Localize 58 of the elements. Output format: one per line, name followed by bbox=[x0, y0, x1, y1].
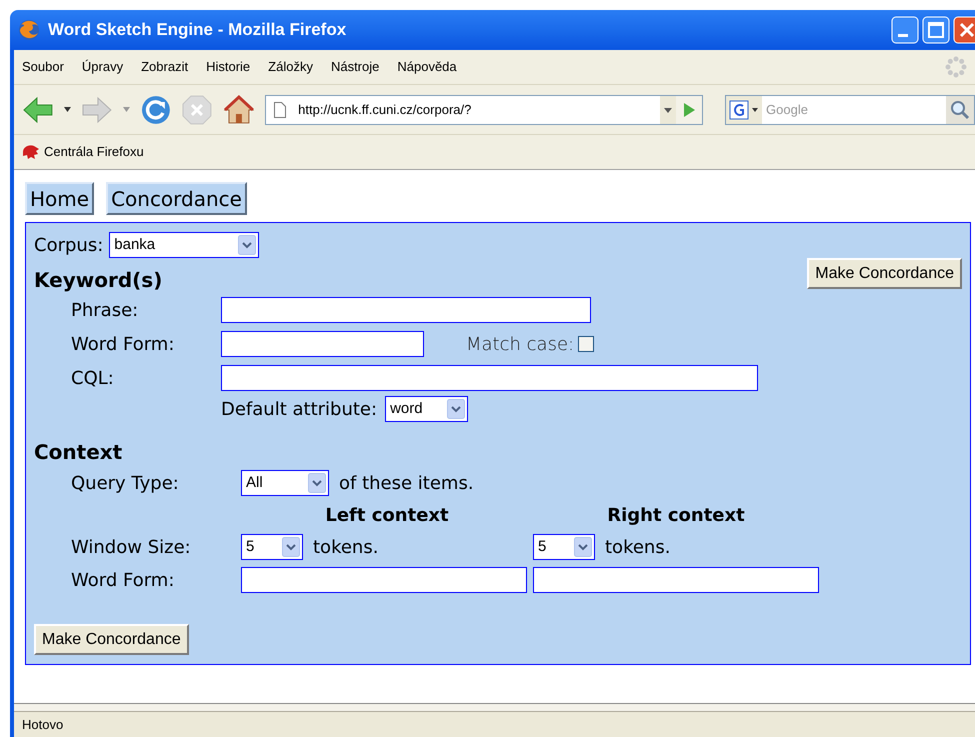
field-label: tokens. bbox=[313, 536, 380, 560]
search-bar[interactable]: Google bbox=[725, 94, 975, 124]
close-button[interactable] bbox=[953, 16, 975, 44]
word-form-field[interactable] bbox=[221, 331, 424, 357]
status-text: Hotovo bbox=[22, 716, 64, 734]
menu-item[interactable]: Historie bbox=[206, 57, 250, 77]
url-text: http://ucnk.ff.cuni.cz/corpora/? bbox=[298, 100, 472, 119]
field-label: Word Form: bbox=[71, 332, 176, 356]
field-label: of these items. bbox=[339, 472, 474, 496]
reload-icon[interactable] bbox=[140, 94, 172, 126]
make-concordance-button[interactable]: Make Concordance bbox=[807, 258, 962, 289]
field-label: tokens. bbox=[605, 536, 670, 560]
field-label: Default attribute: bbox=[221, 398, 378, 422]
throbber-icon bbox=[945, 56, 967, 78]
column-heading: Right context bbox=[606, 504, 746, 528]
menu-item[interactable]: Úpravy bbox=[82, 57, 124, 77]
right-word-form-field[interactable] bbox=[533, 567, 819, 593]
menu-item[interactable]: Soubor bbox=[22, 57, 64, 77]
fox-globe-icon bbox=[18, 19, 40, 41]
menu-item[interactable]: Zobrazit bbox=[141, 57, 188, 77]
section-heading: Keyword(s) bbox=[34, 267, 164, 293]
section-heading: Context bbox=[34, 439, 124, 466]
address-bar[interactable]: http://ucnk.ff.cuni.cz/corpora/? bbox=[265, 94, 704, 124]
cql-field[interactable] bbox=[221, 365, 758, 391]
make-concordance-button[interactable]: Make Concordance bbox=[34, 624, 189, 655]
right-size-select[interactable]: 5 bbox=[533, 534, 595, 560]
field-label: Match case: bbox=[466, 332, 574, 356]
nav-button[interactable]: Concordance bbox=[106, 182, 247, 215]
search-engine-icon[interactable] bbox=[726, 96, 762, 124]
bookmark-item[interactable]: Centrála Firefoxu bbox=[22, 142, 144, 162]
menu-item[interactable]: Nápověda bbox=[397, 57, 457, 77]
maximize-button[interactable] bbox=[922, 16, 950, 44]
field-label: Phrase: bbox=[71, 298, 140, 322]
menu-item[interactable]: Nástroje bbox=[330, 57, 380, 77]
search-icon[interactable] bbox=[946, 96, 974, 124]
left-word-form-field[interactable] bbox=[241, 567, 527, 593]
window-title: Word Sketch Engine - Mozilla Firefox bbox=[48, 19, 348, 42]
minimize-button[interactable] bbox=[891, 16, 919, 44]
field-label: CQL: bbox=[71, 366, 115, 390]
corpus-select[interactable]: banka bbox=[109, 232, 260, 258]
menu-item[interactable]: Záložky bbox=[268, 57, 313, 77]
attribute-select[interactable]: word bbox=[385, 396, 468, 422]
field-label: Window Size: bbox=[71, 536, 192, 560]
page-icon bbox=[274, 102, 286, 118]
left-size-select[interactable]: 5 bbox=[241, 534, 303, 560]
search-field[interactable]: Google bbox=[762, 100, 946, 120]
back-arrow-icon[interactable] bbox=[22, 96, 54, 124]
dinosaur-icon bbox=[22, 144, 40, 160]
field-label: Word Form: bbox=[71, 568, 176, 592]
field-label: Corpus: bbox=[34, 234, 104, 258]
caret-icon[interactable] bbox=[64, 107, 71, 112]
phrase-field[interactable] bbox=[221, 297, 591, 323]
column-heading: Left context bbox=[324, 504, 450, 528]
nav-button[interactable]: Home bbox=[25, 182, 94, 215]
query-type-select[interactable]: All bbox=[241, 470, 329, 496]
match-case-checkbox[interactable] bbox=[578, 336, 594, 352]
field-label: Query Type: bbox=[71, 472, 180, 496]
home-icon[interactable] bbox=[223, 94, 256, 126]
